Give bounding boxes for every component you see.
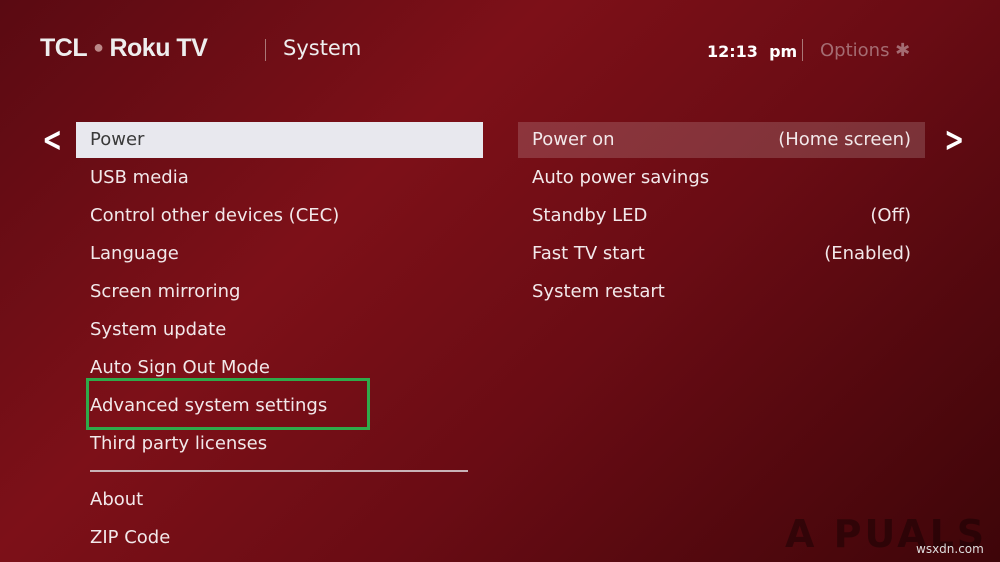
menu-item[interactable]: Language [76, 236, 483, 272]
setting-label: System restart [532, 281, 665, 302]
logo-roku: Roku TV [109, 34, 208, 62]
setting-value: (Off) [870, 205, 911, 226]
menu-item[interactable]: ZIP Code [76, 520, 483, 556]
menu-item[interactable]: USB media [76, 160, 483, 196]
logo-dot: ● [93, 37, 104, 57]
setting-item[interactable]: Fast TV start (Enabled) [518, 236, 925, 272]
menu-item[interactable]: Control other devices (CEC) [76, 198, 483, 234]
menu-divider [90, 470, 468, 472]
divider [802, 39, 803, 61]
menu-item[interactable]: Screen mirroring [76, 274, 483, 310]
forward-arrow-icon[interactable]: > [944, 120, 964, 160]
setting-value: (Enabled) [824, 243, 911, 264]
setting-label: Power on [532, 129, 615, 150]
back-arrow-icon[interactable]: < [42, 120, 62, 160]
header: TCL ● Roku TV System 12:13 pm Options ✱ [40, 34, 1000, 64]
clock: 12:13 pm [707, 42, 798, 61]
setting-label: Fast TV start [532, 243, 645, 264]
setting-item[interactable]: Power on (Home screen) [518, 122, 925, 158]
divider [265, 39, 266, 61]
highlight-box [86, 378, 370, 430]
setting-value: (Home screen) [778, 129, 911, 150]
logo-tcl: TCL [40, 34, 88, 62]
page-title: System [283, 36, 362, 60]
setting-item[interactable]: Auto power savings [518, 160, 925, 196]
setting-item[interactable]: System restart [518, 274, 925, 310]
tcl-roku-logo: TCL ● Roku TV [40, 34, 208, 63]
menu-item[interactable]: Power [76, 122, 483, 158]
setting-item[interactable]: Standby LED (Off) [518, 198, 925, 234]
options-button[interactable]: Options ✱ [820, 40, 910, 61]
menu-item[interactable]: System update [76, 312, 483, 348]
site-watermark: wsxdn.com [916, 542, 984, 556]
menu-item[interactable]: Third party licenses [76, 426, 483, 462]
setting-label: Auto power savings [532, 167, 710, 188]
menu-item[interactable]: About [76, 482, 483, 518]
setting-label: Standby LED [532, 205, 648, 226]
